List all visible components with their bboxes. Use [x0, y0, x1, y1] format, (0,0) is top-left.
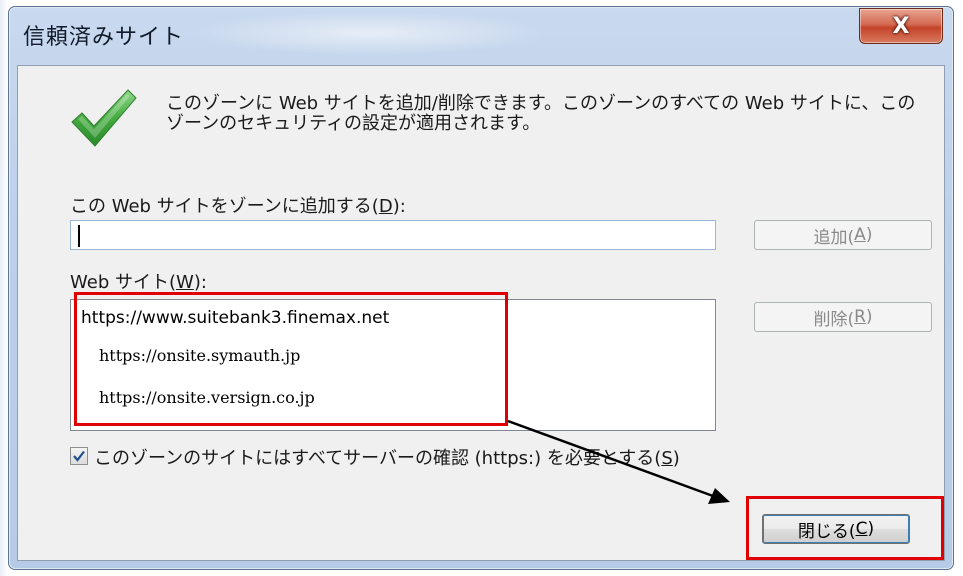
close-icon: X: [892, 13, 910, 39]
checkmark-icon: [71, 89, 137, 147]
highlight-box-sites: [74, 292, 508, 426]
trusted-sites-dialog: 信頼済みサイト X このゾーンに Web サイトを追加/削除できます。このゾーン…: [8, 6, 954, 570]
remove-button[interactable]: 削除(R): [754, 302, 932, 332]
close-dialog-button-end: ): [867, 519, 875, 539]
sites-label-end: ):: [193, 272, 207, 293]
remove-button-key: R: [854, 307, 866, 327]
close-dialog-button[interactable]: 閉じる(C): [762, 514, 910, 544]
close-dialog-button-key: C: [855, 519, 868, 539]
add-button-end: ): [865, 225, 873, 245]
require-https-checkbox[interactable]: [70, 447, 88, 465]
require-https-label-end: ): [672, 448, 680, 469]
sites-label-key: W: [176, 272, 194, 293]
add-site-label: この Web サイトをゾーンに追加する(D):: [70, 192, 406, 218]
checkbox-checked-icon: [73, 450, 85, 462]
title-bar[interactable]: 信頼済みサイト X: [9, 7, 953, 63]
background-strip: [0, 0, 8, 576]
window-close-button[interactable]: X: [859, 8, 943, 44]
arrow-head: [708, 488, 730, 504]
add-button-key: A: [854, 225, 866, 245]
remove-button-label: 削除(: [813, 309, 855, 330]
add-button-label: 追加(: [813, 227, 855, 248]
add-site-label-key: D: [378, 196, 393, 217]
dialog-client-area: このゾーンに Web サイトを追加/削除できます。このゾーンのすべての Web …: [17, 65, 945, 561]
remove-button-end: ): [865, 307, 873, 327]
window-title: 信頼済みサイト: [23, 25, 185, 50]
sites-label-text: Web サイト(: [70, 272, 176, 293]
screenshot-stage: 信頼済みサイト X このゾーンに Web サイトを追加/削除できます。このゾーン…: [0, 0, 963, 576]
add-button[interactable]: 追加(A): [754, 220, 932, 250]
sites-label: Web サイト(W):: [70, 268, 207, 294]
text-caret: [78, 225, 80, 247]
zone-description: このゾーンに Web サイトを追加/削除できます。このゾーンのすべての Web …: [166, 93, 916, 134]
require-https-label[interactable]: このゾーンのサイトにはすべてサーバーの確認 (https:) を必要とする(S): [94, 444, 680, 470]
require-https-label-text: このゾーンのサイトにはすべてサーバーの確認 (https:) を必要とする(: [94, 448, 662, 469]
add-site-label-text: この Web サイトをゾーンに追加する(: [70, 196, 379, 217]
add-site-label-end: ):: [392, 196, 406, 217]
require-https-label-key: S: [661, 448, 673, 469]
title-glow: [189, 11, 549, 55]
close-dialog-button-label: 閉じる(: [797, 521, 856, 542]
add-site-input[interactable]: [70, 220, 716, 250]
